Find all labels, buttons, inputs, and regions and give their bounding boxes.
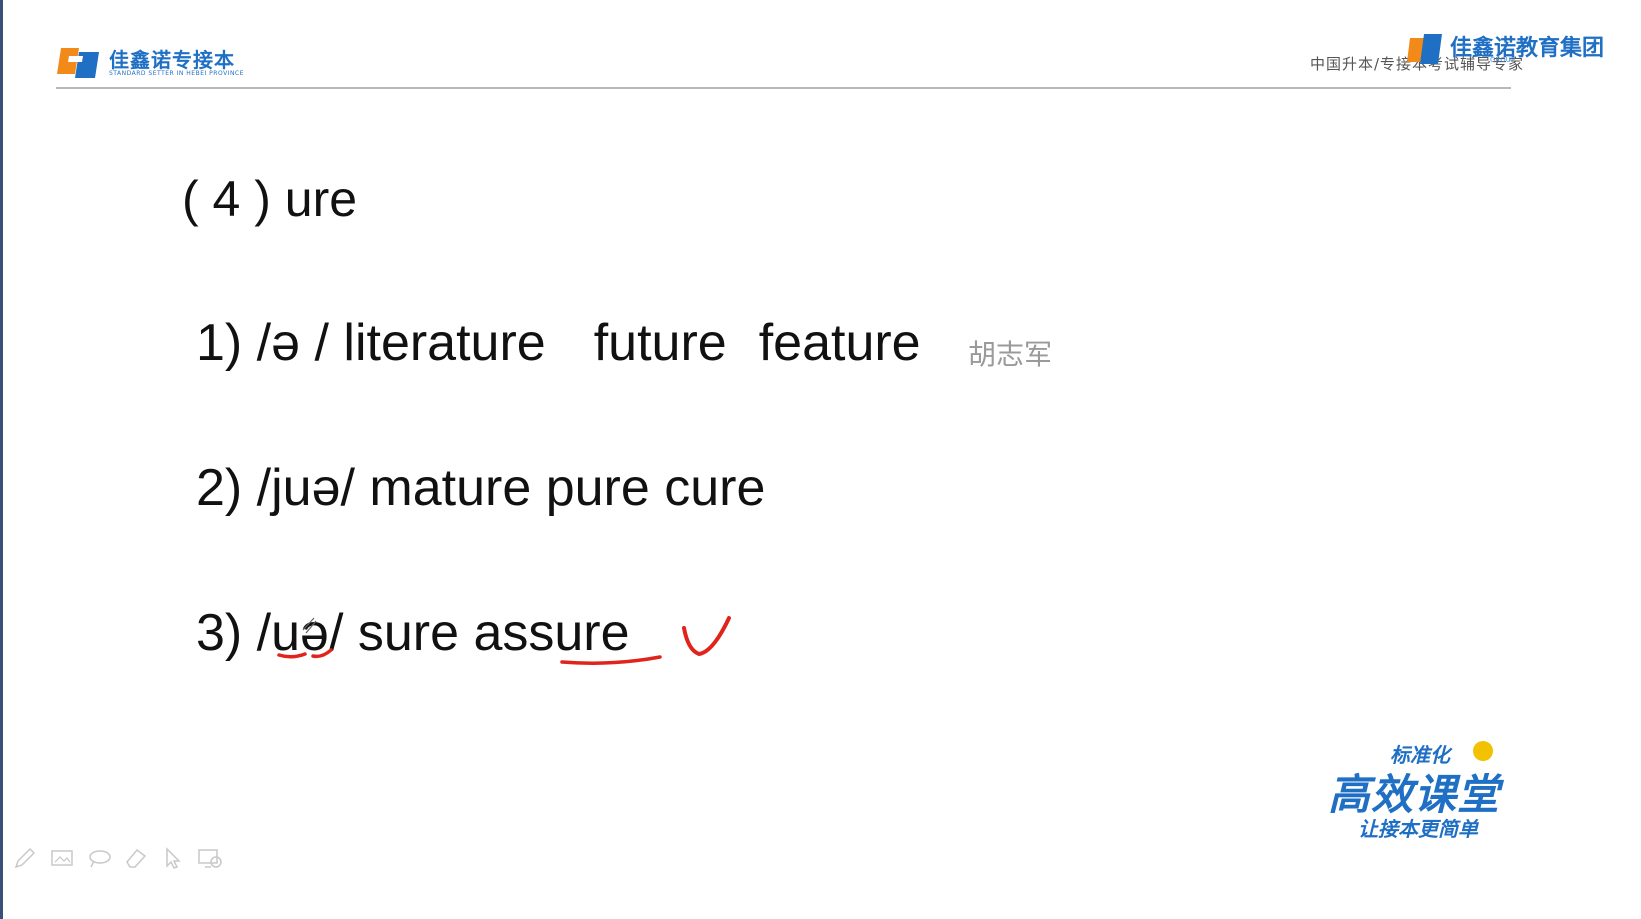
smiley-badge-icon: [1473, 741, 1493, 761]
pen-icon[interactable]: [12, 846, 38, 870]
header-divider: [56, 87, 1511, 89]
group-logo-icon: [1407, 34, 1442, 64]
right-logo-name: 佳鑫诺教育集团: [1450, 36, 1605, 61]
brand-logo-icon: [57, 48, 99, 78]
row-3: 3) /uə/ sure assure: [196, 604, 630, 662]
left-window-edge: [0, 0, 3, 919]
left-logo-tagline: STANDARD SETTER IN HEBEI PROVINCE: [109, 70, 244, 77]
annotation-toolbar: [12, 846, 223, 870]
checkmark: [682, 616, 731, 656]
pointer-icon[interactable]: [160, 846, 186, 870]
section-heading: ( 4 ) ure: [182, 171, 358, 227]
eraser-icon[interactable]: [123, 846, 149, 870]
promo-sub-text: 让接本更简单: [1358, 817, 1478, 841]
image-icon[interactable]: [49, 846, 75, 870]
row-1: 1) /ə / literature future feature: [196, 313, 921, 373]
promo-badge: 标准化 高效课堂 让接本更简单: [1326, 735, 1526, 845]
row-1-word-future: future: [593, 314, 727, 372]
row-1-word-feature: feature: [758, 314, 921, 372]
row-1-label: 1) /ə / literature: [196, 314, 546, 372]
lasso-icon[interactable]: [86, 846, 112, 870]
left-logo-name: 佳鑫诺专接本: [109, 48, 235, 72]
right-logo-tagline: GROUP: [1490, 56, 1516, 64]
header-right-logo: 中国升本/专接本考试辅导专家 佳鑫诺教育集团 GROUP: [1310, 28, 1610, 78]
presenter-watermark: 胡志军: [968, 338, 1053, 371]
row-2: 2) /juə/ mature pure cure: [196, 459, 766, 517]
screen-icon[interactable]: [197, 846, 223, 870]
